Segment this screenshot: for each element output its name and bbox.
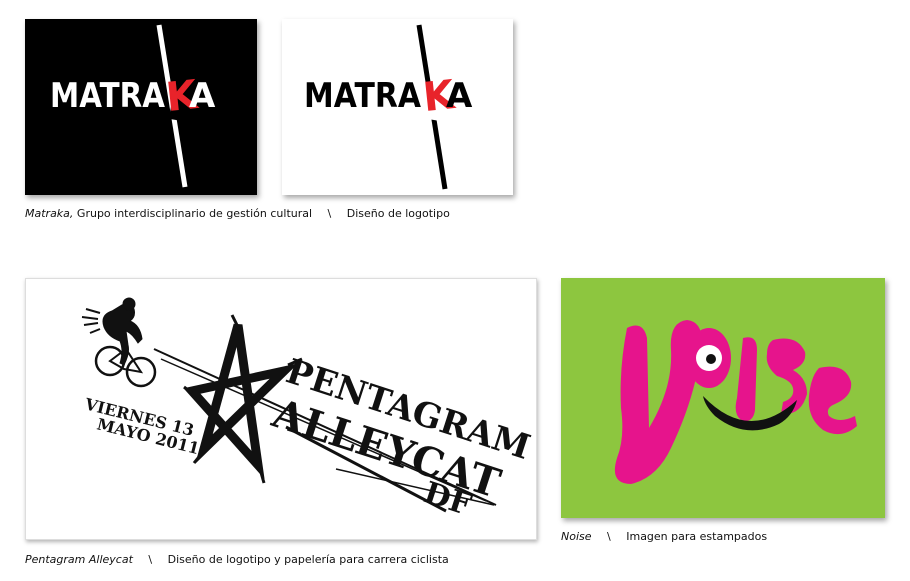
caption-work-type: Diseño de logotipo y papelería para carr… <box>167 553 449 566</box>
matraka-word-right: A <box>189 76 216 116</box>
cyclist-illustration <box>81 297 157 388</box>
caption-description: Grupo interdisciplinario de gestión cult… <box>76 207 313 220</box>
pentagram-alleycat-artwork: PENTAGRAM ALLEYCAT DF VIERNES 13 MAYO 20… <box>81 297 535 523</box>
matraka-word-left: MATRA <box>50 76 166 116</box>
matraka-logo-light-artwork: MATRA K A <box>304 24 473 190</box>
noise-hand-lettering <box>614 320 857 484</box>
noise-artwork-card <box>561 278 885 518</box>
caption-project-name: Pentagram Alleycat <box>25 553 133 566</box>
caption-project-name: Noise <box>561 530 592 543</box>
caption-separator: \ <box>148 553 153 566</box>
noise-caption: Noise \ Imagen para estampados <box>561 530 767 544</box>
caption-separator: \ <box>327 207 332 220</box>
matraka-logo-dark-artwork: MATRA K A <box>50 24 216 188</box>
caption-project-name: Matraka, <box>25 207 74 220</box>
caption-work-type: Imagen para estampados <box>626 530 768 543</box>
matraka-word-right: A <box>446 76 473 116</box>
matraka-logo-light-card: MATRA K A <box>282 19 513 195</box>
caption-work-type: Diseño de logotipo <box>346 207 450 220</box>
alleycat-caption: Pentagram Alleycat \ Diseño de logotipo … <box>25 553 449 567</box>
matraka-logo-dark-card: MATRA K A <box>25 19 257 195</box>
pentagram-alleycat-card: PENTAGRAM ALLEYCAT DF VIERNES 13 MAYO 20… <box>25 278 537 540</box>
caption-separator: \ <box>607 530 611 543</box>
matraka-word-left: MATRA <box>304 76 422 116</box>
noise-lettering-artwork <box>614 320 857 484</box>
matraka-caption: Matraka, Grupo interdisciplinario de ges… <box>25 207 450 221</box>
